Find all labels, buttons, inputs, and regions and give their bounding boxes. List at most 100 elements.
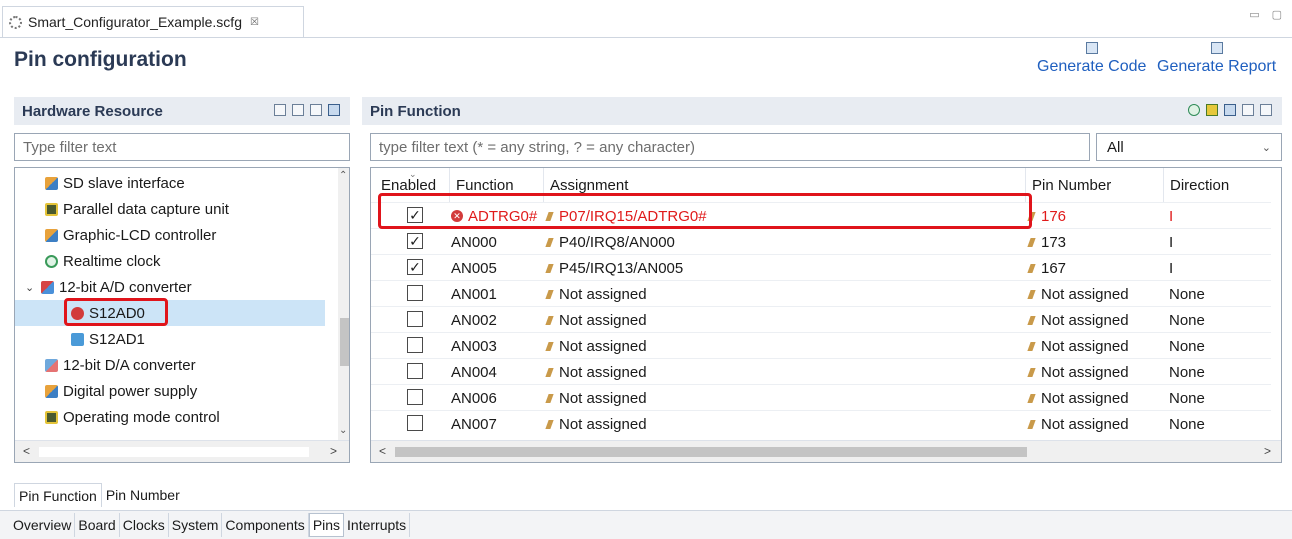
- board-icon[interactable]: [1224, 104, 1236, 116]
- pin-number-cell[interactable]: Not assigned: [1027, 385, 1129, 411]
- scrollbar-thumb[interactable]: [39, 447, 309, 457]
- tree-item-12bit-adc[interactable]: ⌄ 12-bit A/D converter: [25, 274, 192, 300]
- close-icon[interactable]: ☒: [250, 17, 259, 28]
- refresh-icon[interactable]: [1188, 104, 1200, 116]
- column-header-direction[interactable]: Direction: [1163, 168, 1271, 202]
- network-icon: [45, 228, 58, 242]
- tab-clocks[interactable]: Clocks: [120, 513, 169, 537]
- assignment-cell[interactable]: Not assigned: [545, 333, 647, 359]
- chip-filter-icon[interactable]: [1206, 104, 1218, 116]
- assignment-cell[interactable]: P40/IRQ8/AN000: [545, 229, 675, 255]
- sort-icon[interactable]: [310, 104, 322, 116]
- enabled-checkbox[interactable]: ✓: [407, 207, 423, 223]
- column-header-function[interactable]: Function: [449, 168, 543, 202]
- collapse-all-icon[interactable]: [292, 104, 304, 116]
- tab-components[interactable]: Components: [222, 513, 309, 537]
- tree-item-parallel-data[interactable]: Parallel data capture unit: [45, 196, 229, 222]
- minimize-icon[interactable]: ▭: [1249, 8, 1259, 21]
- tree-item-s12ad1[interactable]: S12AD1: [71, 326, 145, 352]
- generate-code-button[interactable]: Generate Code: [1037, 42, 1146, 76]
- direction-cell: I: [1169, 259, 1174, 277]
- enabled-checkbox[interactable]: ✓: [407, 259, 423, 275]
- pin-number-cell[interactable]: 167: [1027, 255, 1066, 281]
- tree-horizontal-scrollbar[interactable]: < >: [15, 440, 349, 462]
- table-row[interactable]: AN001 Not assigned Not assigned None: [371, 280, 1271, 306]
- function-cell: AN004: [451, 363, 497, 381]
- printer-icon: [1210, 42, 1223, 54]
- tree-item-digital-power[interactable]: Digital power supply: [45, 378, 197, 404]
- chevron-up-icon[interactable]: ⌃: [339, 170, 347, 181]
- maximize-icon[interactable]: ▢: [1272, 8, 1282, 21]
- enabled-checkbox[interactable]: [407, 337, 423, 353]
- enabled-checkbox[interactable]: [407, 285, 423, 301]
- tab-overview[interactable]: Overview: [10, 513, 76, 537]
- table-horizontal-scrollbar[interactable]: < >: [371, 440, 1281, 462]
- scrollbar-thumb[interactable]: [395, 447, 1027, 457]
- tab-pin-function[interactable]: Pin Function: [14, 483, 102, 507]
- generate-report-button[interactable]: Generate Report: [1157, 42, 1276, 76]
- pin-number-cell[interactable]: Not assigned: [1027, 333, 1129, 359]
- chevron-down-icon[interactable]: ⌄: [25, 281, 37, 294]
- tab-pins[interactable]: Pins: [308, 513, 345, 537]
- table-row[interactable]: ✓ AN005 P45/IRQ13/AN005 167 I: [371, 254, 1271, 280]
- tree-item-12bit-dac[interactable]: 12-bit D/A converter: [45, 352, 196, 378]
- assignment-cell[interactable]: P45/IRQ13/AN005: [545, 255, 684, 281]
- pin-number-cell[interactable]: Not assigned: [1027, 307, 1129, 333]
- import-icon[interactable]: [1242, 104, 1254, 116]
- tree-item-s12ad0[interactable]: S12AD0: [15, 300, 325, 326]
- chevron-down-icon[interactable]: ⌄: [339, 425, 347, 436]
- pin-function-filter-select[interactable]: All ⌄: [1096, 133, 1282, 161]
- table-row[interactable]: AN003 Not assigned Not assigned None: [371, 332, 1271, 358]
- enabled-checkbox[interactable]: [407, 311, 423, 327]
- assignment-cell[interactable]: Not assigned: [545, 411, 647, 437]
- tree-item-label: Graphic-LCD controller: [63, 226, 217, 244]
- chevron-left-icon[interactable]: <: [23, 444, 30, 458]
- tab-interrupts[interactable]: Interrupts: [344, 513, 411, 537]
- assignment-cell[interactable]: Not assigned: [545, 281, 647, 307]
- pin-number-cell[interactable]: Not assigned: [1027, 359, 1129, 385]
- table-row[interactable]: ✓ ✕ ADTRG0# P07/IRQ15/ADTRG0# 176 I: [371, 202, 1271, 228]
- assignment-cell[interactable]: Not assigned: [545, 307, 647, 333]
- table-row[interactable]: AN006 Not assigned Not assigned None: [371, 384, 1271, 410]
- assignment-cell[interactable]: P07/IRQ15/ADTRG0#: [545, 203, 707, 229]
- direction-cell: None: [1169, 285, 1205, 303]
- tab-board[interactable]: Board: [75, 513, 120, 537]
- tree-item-graphic-lcd[interactable]: Graphic-LCD controller: [45, 222, 216, 248]
- pin-number-cell[interactable]: Not assigned: [1027, 411, 1129, 437]
- assignment-cell[interactable]: Not assigned: [545, 385, 647, 411]
- table-row[interactable]: AN004 Not assigned Not assigned None: [371, 358, 1271, 384]
- column-header-assignment[interactable]: Assignment: [543, 168, 1025, 202]
- assignment-cell[interactable]: Not assigned: [545, 359, 647, 385]
- assignment-value: P45/IRQ13/AN005: [559, 259, 684, 277]
- pin-number-cell[interactable]: 173: [1027, 229, 1066, 255]
- tab-pin-number[interactable]: Pin Number: [102, 483, 184, 507]
- enabled-checkbox[interactable]: [407, 389, 423, 405]
- table-row[interactable]: AN002 Not assigned Not assigned None: [371, 306, 1271, 332]
- pencil-icon: [545, 419, 554, 429]
- enabled-checkbox[interactable]: [407, 415, 423, 431]
- pin-number-cell[interactable]: Not assigned: [1027, 281, 1129, 307]
- chevron-right-icon[interactable]: >: [330, 444, 337, 458]
- pin-function-filter-input[interactable]: type filter text (* = any string, ? = an…: [370, 133, 1090, 161]
- column-header-enabled[interactable]: Enabled: [375, 168, 449, 202]
- enabled-checkbox[interactable]: [407, 363, 423, 379]
- table-row[interactable]: ✓ AN000 P40/IRQ8/AN000 173 I: [371, 228, 1271, 254]
- enabled-checkbox[interactable]: ✓: [407, 233, 423, 249]
- scrollbar-thumb[interactable]: [340, 318, 349, 366]
- tab-system[interactable]: System: [169, 513, 223, 537]
- tree-item-sd-slave[interactable]: SD slave interface: [45, 170, 185, 196]
- tree-vertical-scrollbar[interactable]: ⌃ ⌄: [338, 168, 349, 440]
- pin-number-cell[interactable]: 176: [1027, 203, 1066, 229]
- chevron-right-icon[interactable]: >: [1264, 444, 1271, 458]
- expand-all-icon[interactable]: [274, 104, 286, 116]
- hardware-filter-input[interactable]: Type filter text: [14, 133, 350, 161]
- hierarchy-icon[interactable]: [328, 104, 340, 116]
- tree-item-operating-mode[interactable]: Operating mode control: [45, 404, 220, 430]
- assignment-value: Not assigned: [559, 311, 647, 329]
- table-row[interactable]: AN007 Not assigned Not assigned None: [371, 410, 1271, 436]
- editor-tab[interactable]: Smart_Configurator_Example.scfg ☒: [2, 6, 304, 37]
- tree-item-realtime-clock[interactable]: Realtime clock: [45, 248, 161, 274]
- column-header-pin-number[interactable]: Pin Number: [1025, 168, 1163, 202]
- chevron-left-icon[interactable]: <: [379, 444, 386, 458]
- export-icon[interactable]: [1260, 104, 1272, 116]
